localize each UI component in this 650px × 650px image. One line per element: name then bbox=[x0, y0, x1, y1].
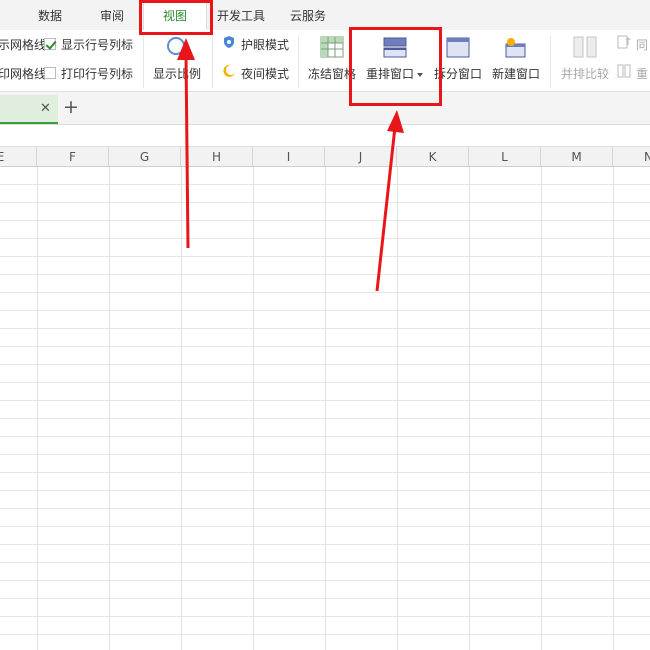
ribbon-separator bbox=[550, 36, 551, 88]
show-gridlines-label[interactable]: 示网格线 bbox=[0, 36, 46, 53]
column-header[interactable]: K bbox=[397, 147, 469, 167]
print-gridlines-label[interactable]: 印网格线 bbox=[0, 65, 46, 82]
freeze-panes-icon bbox=[320, 36, 344, 58]
reset-position-button[interactable]: 重 bbox=[636, 65, 648, 82]
column-header[interactable]: I bbox=[253, 147, 325, 167]
tab-cloud-services[interactable]: 云服务 bbox=[284, 0, 332, 30]
ribbon-separator bbox=[298, 36, 299, 88]
sync-scroll-icon bbox=[617, 35, 631, 49]
highlight-box-view-tab bbox=[139, 0, 213, 35]
zoom-button[interactable]: 显示比例 bbox=[153, 65, 201, 82]
column-header[interactable]: J bbox=[325, 147, 397, 167]
add-tab-icon[interactable]: + bbox=[63, 96, 79, 118]
compare-icon bbox=[573, 36, 597, 58]
spreadsheet-app: 数据 审阅 视图 开发工具 云服务 示网格线 印网格线 显示行号列标 打印行号列… bbox=[0, 0, 650, 650]
tab-data[interactable]: 数据 bbox=[28, 0, 72, 30]
new-window-icon bbox=[505, 38, 526, 58]
formula-bar[interactable] bbox=[0, 125, 650, 147]
column-header-row: E F G H I J K L M N bbox=[0, 147, 650, 167]
column-header[interactable]: M bbox=[541, 147, 613, 167]
print-rowcol-label[interactable]: 打印行号列标 bbox=[61, 65, 133, 82]
new-window-button[interactable]: 新建窗口 bbox=[492, 65, 540, 82]
column-header[interactable]: N bbox=[613, 147, 650, 167]
column-header[interactable]: H bbox=[181, 147, 253, 167]
zoom-icon[interactable] bbox=[165, 35, 187, 57]
column-header[interactable]: F bbox=[37, 147, 109, 167]
ribbon-separator bbox=[143, 36, 144, 88]
print-rowcol-checkbox[interactable] bbox=[44, 67, 56, 79]
ribbon-separator bbox=[212, 36, 213, 88]
tab-review[interactable]: 审阅 bbox=[90, 0, 134, 30]
menu-bar: 数据 审阅 视图 开发工具 云服务 bbox=[0, 0, 650, 30]
ribbon-view: 示网格线 印网格线 显示行号列标 打印行号列标 显示比例 护眼模式 夜间模式 冻… bbox=[0, 30, 650, 92]
split-window-icon bbox=[446, 37, 470, 58]
show-rowcol-checkbox[interactable] bbox=[44, 38, 56, 50]
eye-mode-icon bbox=[224, 36, 234, 48]
show-rowcol-label[interactable]: 显示行号列标 bbox=[61, 36, 133, 53]
night-mode-button[interactable]: 夜间模式 bbox=[241, 65, 289, 82]
column-header[interactable]: E bbox=[0, 147, 37, 167]
document-tab-strip: ✕ + bbox=[0, 92, 650, 125]
column-header[interactable]: L bbox=[469, 147, 541, 167]
compare-button[interactable]: 并排比较 bbox=[561, 65, 609, 82]
document-tab[interactable]: ✕ bbox=[0, 95, 58, 124]
tab-developer-tools[interactable]: 开发工具 bbox=[212, 0, 270, 30]
cell-grid[interactable] bbox=[0, 167, 650, 650]
sync-scroll-button[interactable]: 同 bbox=[636, 36, 648, 53]
reset-position-icon bbox=[617, 64, 631, 78]
column-header[interactable]: G bbox=[109, 147, 181, 167]
close-icon[interactable]: ✕ bbox=[40, 101, 51, 116]
night-mode-icon bbox=[223, 64, 235, 77]
highlight-box-arrange-window bbox=[349, 27, 442, 106]
eye-mode-button[interactable]: 护眼模式 bbox=[241, 36, 289, 53]
